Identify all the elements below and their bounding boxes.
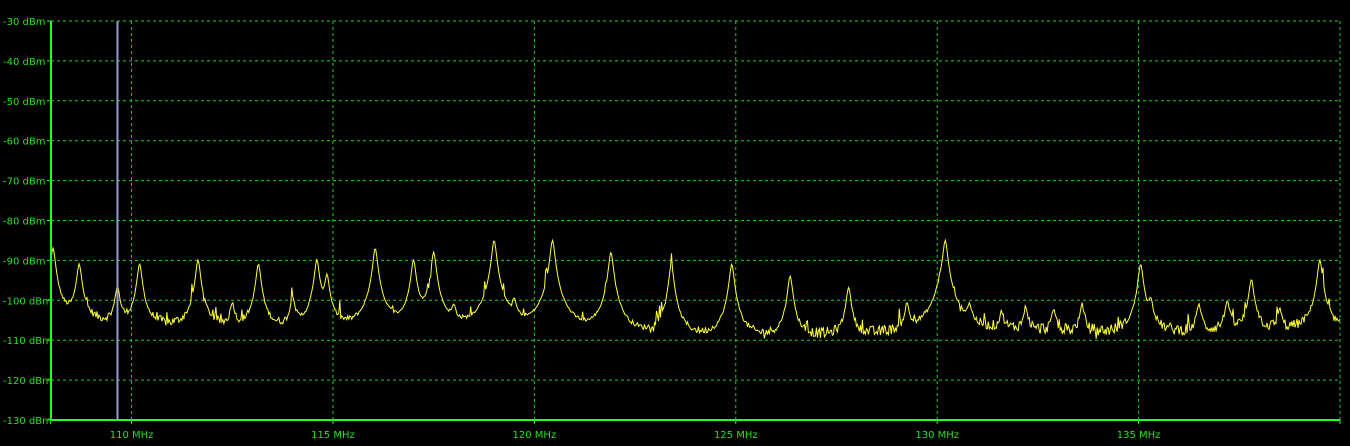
y-tick-label: -130 dBm (3, 416, 52, 427)
x-tick-label: 130 MHz (915, 430, 959, 441)
x-tick-label: 135 MHz (1117, 430, 1161, 441)
y-tick-label: -110 dBm (3, 336, 52, 347)
y-tick-label: -70 dBm (3, 177, 45, 188)
x-tick-label: 115 MHz (311, 430, 355, 441)
y-tick-label: -90 dBm (3, 256, 45, 267)
spectrum-plot: -30 dBm -40 dBm -50 dBm -60 dBm -70 dBm -80 d… (0, 0, 1350, 446)
x-tick-label: 110 MHz (110, 430, 154, 441)
y-tick-label: -30 dBm (3, 17, 45, 28)
y-tick-label: -120 dBm (3, 376, 52, 387)
y-tick-label: -40 dBm (3, 57, 45, 68)
y-tick-label: -60 dBm (3, 137, 45, 148)
x-tick-label: 125 MHz (714, 430, 758, 441)
y-tick-label: -80 dBm (3, 217, 45, 228)
x-tick-label: 120 MHz (513, 430, 557, 441)
y-tick-label: -100 dBm (3, 296, 52, 307)
y-tick-label: -50 dBm (3, 97, 45, 108)
plot-background (0, 0, 1350, 446)
